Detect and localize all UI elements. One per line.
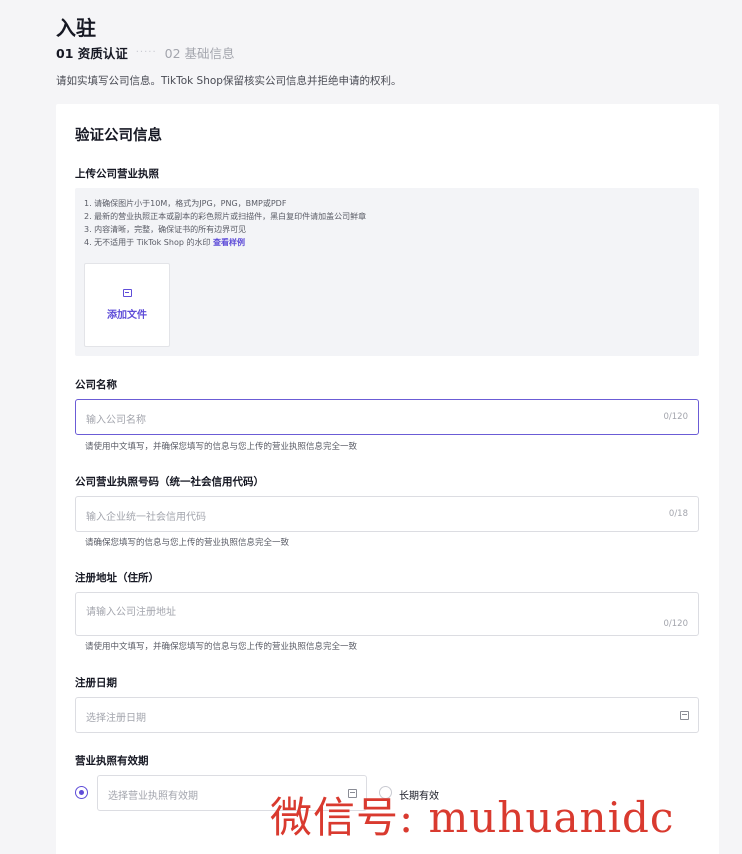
- page-title: 入驻: [56, 16, 96, 40]
- address-label: 注册地址（住所）: [75, 572, 159, 584]
- address-placeholder: 请输入公司注册地址: [86, 607, 176, 618]
- credit-code-label: 公司营业执照号码（统一社会信用代码）: [75, 476, 264, 488]
- upload-rule-4: 4. 无不适用于 TikTok Shop 的水印 查看样例: [84, 237, 245, 248]
- upload-rule-3: 3. 内容清晰，完整，确保证书的所有边界可见: [84, 225, 247, 234]
- reg-date-placeholder: 选择注册日期: [86, 713, 146, 724]
- step-1-label: 01 资质认证: [56, 46, 128, 61]
- credit-code-input[interactable]: 输入企业统一社会信用代码 0/18: [75, 496, 699, 532]
- upload-rule-1: 1. 请确保图片小于10M，格式为JPG，PNG，BMP或PDF: [84, 199, 287, 208]
- step-indicator: 01 资质认证 ····· 02 基础信息: [56, 43, 235, 62]
- view-sample-link[interactable]: 查看样例: [213, 238, 245, 247]
- add-file-button[interactable]: 添加文件: [84, 263, 170, 347]
- credit-code-counter: 0/18: [668, 509, 688, 519]
- company-name-placeholder: 输入公司名称: [86, 415, 146, 426]
- validity-placeholder: 选择营业执照有效期: [108, 791, 198, 802]
- company-name-counter: 0/120: [663, 412, 689, 422]
- calendar-icon: [680, 711, 689, 720]
- add-file-label: 添加文件: [107, 310, 147, 321]
- license-upload-label: 上传公司营业执照: [75, 168, 159, 180]
- company-name-input[interactable]: 输入公司名称 0/120: [75, 399, 699, 435]
- reg-date-label: 注册日期: [75, 677, 117, 689]
- reg-date-picker[interactable]: 选择注册日期: [75, 697, 699, 733]
- step-2-label: 02 基础信息: [164, 46, 235, 61]
- validity-label: 营业执照有效期: [75, 755, 149, 767]
- company-name-label: 公司名称: [75, 379, 117, 391]
- validity-date-radio[interactable]: [75, 786, 88, 799]
- upload-rule-2: 2. 最新的营业执照正本或副本的彩色照片或扫描件，黑白复印件请加盖公司鲜章: [84, 212, 367, 221]
- card-title: 验证公司信息: [75, 128, 162, 144]
- image-icon: [122, 289, 132, 297]
- credit-code-helper: 请确保您填写的信息与您上传的营业执照信息完全一致: [85, 538, 290, 548]
- intro-text: 请如实填写公司信息。TikTok Shop保留核实公司信息并拒绝申请的权利。: [56, 75, 402, 87]
- license-upload-box: 1. 请确保图片小于10M，格式为JPG，PNG，BMP或PDF 2. 最新的营…: [75, 188, 699, 356]
- credit-code-placeholder: 输入企业统一社会信用代码: [86, 512, 206, 523]
- company-name-helper: 请使用中文填写，并确保您填写的信息与您上传的营业执照信息完全一致: [85, 442, 358, 452]
- watermark-text: 微信号: muhuanidc: [270, 793, 675, 842]
- upload-rule-4-text: 4. 无不适用于 TikTok Shop 的水印: [84, 238, 211, 247]
- address-textarea[interactable]: 请输入公司注册地址 0/120: [75, 592, 699, 636]
- step-separator: ·····: [135, 47, 157, 58]
- address-counter: 0/120: [663, 619, 689, 629]
- address-helper: 请使用中文填写，并确保您填写的信息与您上传的营业执照信息完全一致: [85, 642, 358, 652]
- company-info-card: 验证公司信息 上传公司营业执照 1. 请确保图片小于10M，格式为JPG，PNG…: [56, 104, 719, 854]
